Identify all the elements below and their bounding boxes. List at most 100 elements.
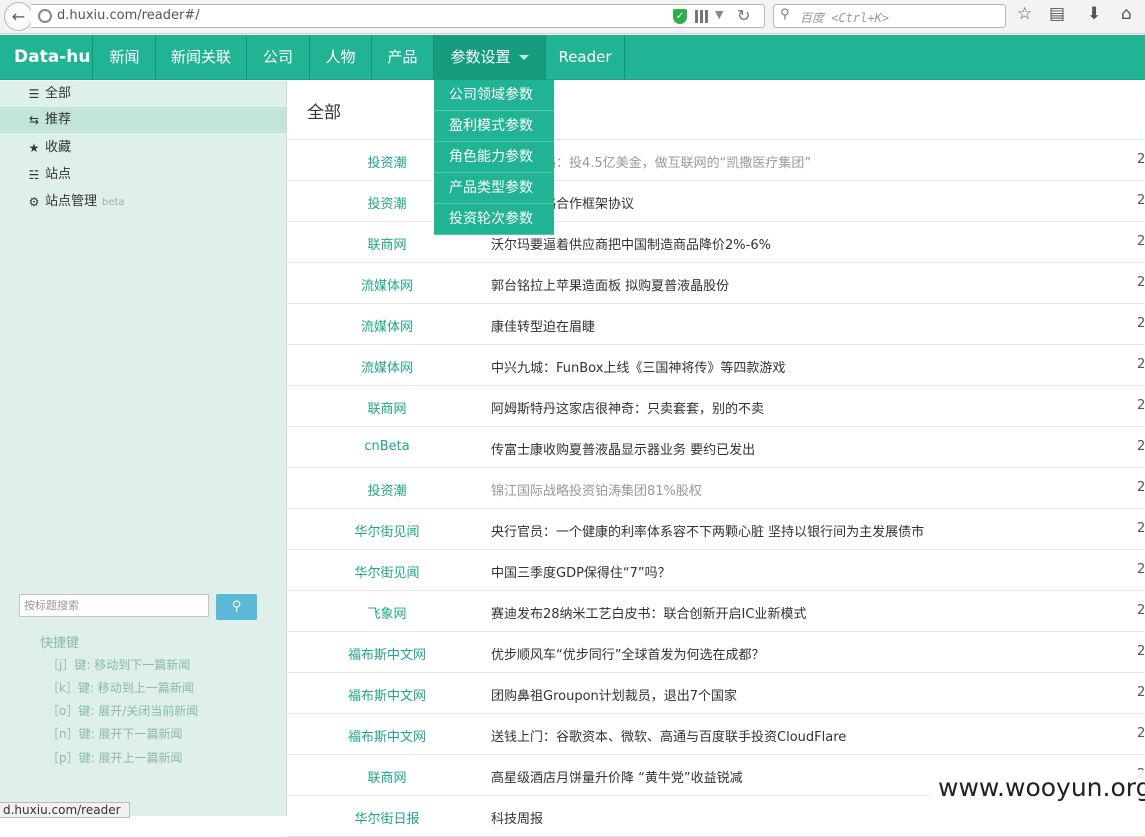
news-title-link[interactable]: 送钱上门：谷歌资本、微软、高通与百度联手投资CloudFlare — [491, 726, 846, 745]
back-arrow-icon[interactable]: ← — [4, 2, 33, 31]
nav-people[interactable]: 人物 — [310, 35, 372, 80]
chevron-down-icon[interactable]: ▼ — [715, 8, 723, 21]
bookmark-star-icon[interactable]: ☆ — [1017, 4, 1032, 24]
reload-icon[interactable]: ↻ — [737, 6, 750, 25]
sitemap-icon: ☵ — [28, 168, 40, 182]
star-icon: ★ — [28, 141, 40, 155]
nav-product[interactable]: 产品 — [372, 35, 434, 80]
shortcut-title: 快捷键 — [40, 636, 80, 651]
sidebar-item-label: 站点管理 — [45, 194, 98, 209]
news-date: 2 — [1137, 275, 1145, 290]
sidebar-item-label: 全部 — [45, 86, 72, 101]
news-row[interactable]: 投资潮 …核心战略：投4.5亿美金，做互联网的“凯撒医疗集团” 2 — [287, 140, 1145, 181]
news-title-link[interactable]: 中兴九城：FunBox上线《三国神将传》等四款游戏 — [491, 357, 785, 376]
news-source-link[interactable]: 流媒体网 — [287, 275, 487, 294]
top-navbar: Data-hu 新闻 新闻关联 公司 人物 产品 参数设置 Reader — [0, 35, 1145, 80]
nav-parameter-settings[interactable]: 参数设置 — [434, 35, 546, 80]
news-row[interactable]: 华尔街见闻 央行官员：一个健康的利率体系容不下两颗心脏 坚持以银行间为主发展债市 2 — [287, 509, 1145, 550]
news-row[interactable]: 华尔街见闻 中国三季度GDP保得住“7”吗？ 2 — [287, 550, 1145, 591]
news-source-link[interactable]: 流媒体网 — [287, 316, 487, 335]
news-title-link[interactable]: 赛迪发布28纳米工艺白皮书：联合创新开启IC业新模式 — [491, 603, 806, 622]
news-date: 2 — [1137, 480, 1145, 495]
news-date: 2 — [1137, 152, 1145, 167]
news-source-link[interactable]: 投资潮 — [287, 480, 487, 499]
news-row[interactable]: 流媒体网 中兴九城：FunBox上线《三国神将传》等四款游戏 2 — [287, 345, 1145, 386]
news-title-link[interactable]: 优步顺风车“优步同行”全球首发为何选在成都？ — [491, 644, 764, 663]
news-row[interactable]: 投资潮 …签署战略合作框架协议 2 — [287, 181, 1145, 222]
sidebar-item-label: 站点 — [45, 167, 72, 182]
news-row[interactable]: 联商网 沃尔玛要逼着供应商把中国制造商品降价2%-6% 2 — [287, 222, 1145, 263]
dropdown-item-role-ability[interactable]: 角色能力参数 — [434, 142, 554, 173]
news-row[interactable]: 流媒体网 郭台铭拉上苹果造面板 拟购夏普液晶股份 2 — [287, 263, 1145, 304]
news-title-link[interactable]: 团购鼻祖Groupon计划裁员，退出7个国家 — [491, 685, 737, 704]
news-source-link[interactable]: 华尔街见闻 — [287, 562, 487, 581]
search-placeholder: 百度 <Ctrl+K> — [800, 11, 890, 25]
news-row[interactable]: cnBeta 传富士康收购夏普液晶显示器业务 要约已发出 2 — [287, 427, 1145, 468]
news-row[interactable]: 飞象网 赛迪发布28纳米工艺白皮书：联合创新开启IC业新模式 2 — [287, 591, 1145, 632]
news-title-link[interactable]: 央行官员：一个健康的利率体系容不下两颗心脏 坚持以银行间为主发展债市 — [491, 521, 924, 540]
browser-toolbar: ← d.huxiu.com/reader#/ ✓ ▼ ↻ ⚲ 百度 <Ctrl+… — [0, 0, 1145, 34]
sidebar-item-site-management[interactable]: ⚙ 站点管理 beta — [0, 189, 286, 215]
home-icon[interactable]: ⌂ — [1121, 4, 1132, 24]
news-source-link[interactable]: cnBeta — [287, 439, 487, 454]
news-title-link[interactable]: 锦江国际战略投资铂涛集团81%股权 — [491, 480, 702, 499]
news-source-link[interactable]: 飞象网 — [287, 603, 487, 622]
news-title-link[interactable]: 中国三季度GDP保得住“7”吗？ — [491, 562, 671, 581]
sidebar-item-sites[interactable]: ☵ 站点 — [0, 162, 286, 188]
dropdown-item-investment-round[interactable]: 投资轮次参数 — [434, 204, 554, 235]
news-date: 2 — [1137, 521, 1145, 536]
news-row[interactable]: 投资潮 锦江国际战略投资铂涛集团81%股权 2 — [287, 468, 1145, 509]
sidebar-item-all[interactable]: ☰ 全部 — [0, 81, 286, 107]
news-row[interactable]: 流媒体网 康佳转型迫在眉睫 2 — [287, 304, 1145, 345]
news-title-link[interactable]: 郭台铭拉上苹果造面板 拟购夏普液晶股份 — [491, 275, 729, 294]
globe-icon — [38, 9, 52, 23]
nav-news-relation[interactable]: 新闻关联 — [156, 35, 247, 80]
nav-reader[interactable]: Reader — [546, 35, 625, 80]
sidebar-item-favorites[interactable]: ★ 收藏 — [0, 135, 286, 161]
dropdown-item-company-domain[interactable]: 公司领域参数 — [434, 80, 554, 111]
news-title-link[interactable]: 高星级酒店月饼量升价降 “黄牛党”收益锐减 — [491, 767, 743, 786]
news-source-link[interactable]: 联商网 — [287, 398, 487, 417]
news-source-link[interactable]: 福布斯中文网 — [287, 685, 487, 704]
news-date: 2 — [1137, 316, 1145, 331]
sidebar-item-recommend[interactable]: ⇆ 推荐 — [0, 107, 286, 133]
dropdown-item-profit-model[interactable]: 盈利模式参数 — [434, 111, 554, 142]
news-source-link[interactable]: 华尔街日报 — [287, 808, 487, 827]
search-button[interactable]: ⚲ — [216, 594, 257, 620]
news-source-link[interactable]: 福布斯中文网 — [287, 644, 487, 663]
qr-code-icon[interactable] — [695, 10, 708, 23]
shield-icon[interactable]: ✓ — [673, 9, 687, 24]
bookmarks-list-icon[interactable]: ▤ — [1049, 4, 1065, 24]
address-bar[interactable]: d.huxiu.com/reader#/ ✓ ▼ ↻ — [31, 4, 765, 28]
news-date: 2 — [1137, 685, 1145, 700]
news-title-link[interactable]: 沃尔玛要逼着供应商把中国制造商品降价2%-6% — [491, 234, 771, 253]
news-date: 2 — [1137, 398, 1145, 413]
brand-logo[interactable]: Data-hu — [0, 35, 93, 80]
news-title-link[interactable]: 传富士康收购夏普液晶显示器业务 要约已发出 — [491, 439, 755, 458]
download-icon[interactable]: ⬇ — [1087, 4, 1101, 24]
shortcut-hint: ［n］键: 展开下一篇新闻 — [47, 727, 183, 741]
news-source-link[interactable]: 联商网 — [287, 767, 487, 786]
nav-news[interactable]: 新闻 — [94, 35, 156, 80]
dropdown-item-product-type[interactable]: 产品类型参数 — [434, 173, 554, 204]
nav-parameter-settings-label: 参数设置 — [450, 48, 511, 66]
page-title: 全部 — [307, 103, 341, 123]
nav-company[interactable]: 公司 — [247, 35, 310, 80]
news-row[interactable]: 福布斯中文网 优步顺风车“优步同行”全球首发为何选在成都？ 2 — [287, 632, 1145, 673]
news-source-link[interactable]: 联商网 — [287, 234, 487, 253]
news-source-link[interactable]: 福布斯中文网 — [287, 726, 487, 745]
news-date: 2 — [1137, 193, 1145, 208]
news-row[interactable]: 福布斯中文网 团购鼻祖Groupon计划裁员，退出7个国家 2 — [287, 673, 1145, 714]
news-date: 2 — [1137, 357, 1145, 372]
news-row[interactable]: 福布斯中文网 送钱上门：谷歌资本、微软、高通与百度联手投资CloudFlare 2 — [287, 714, 1145, 755]
news-date: 2 — [1137, 439, 1145, 454]
news-row[interactable]: 联商网 阿姆斯特丹这家店很神奇：只卖套套，别的不卖 2 — [287, 386, 1145, 427]
shortcut-hint: ［o］键: 展开/关闭当前新闻 — [47, 704, 199, 718]
news-source-link[interactable]: 华尔街见闻 — [287, 521, 487, 540]
news-title-link[interactable]: 康佳转型迫在眉睫 — [491, 316, 595, 335]
news-title-link[interactable]: 阿姆斯特丹这家店很神奇：只卖套套，别的不卖 — [491, 398, 764, 417]
browser-search-input[interactable]: ⚲ 百度 <Ctrl+K> — [773, 4, 1006, 28]
title-search-input[interactable]: 按标题搜索 — [19, 594, 209, 617]
news-title-link[interactable]: 科技周报 — [491, 808, 543, 827]
news-source-link[interactable]: 流媒体网 — [287, 357, 487, 376]
